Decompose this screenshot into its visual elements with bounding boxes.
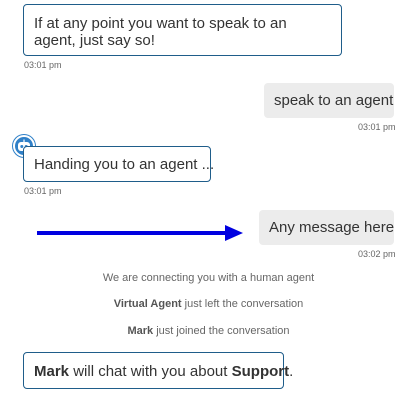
- system-message-text: We are connecting you with a human agent: [102, 272, 315, 284]
- topic-name: Support: [231, 363, 290, 380]
- system-agent-name: Virtual Agent: [113, 298, 182, 310]
- user-message-text: Any message here: [269, 219, 395, 236]
- arrow-right-icon: [37, 225, 243, 241]
- bot-message-bubble: Mark will chat with you about Support.: [23, 352, 293, 389]
- system-message-joined: Mark just joined the conversation: [0, 325, 417, 337]
- message-timestamp: 03:01 pm: [24, 60, 62, 70]
- system-message-left: Virtual Agent just left the conversation: [0, 298, 417, 310]
- user-message-text: speak to an agent: [274, 92, 394, 109]
- bot-message-punctuation: .: [289, 363, 294, 380]
- message-timestamp: 03:01 pm: [358, 122, 396, 132]
- system-message-text: just joined the conversation: [153, 325, 290, 337]
- agent-name: Mark: [34, 363, 70, 380]
- bot-message-text: If at any point you want to speak to an …: [34, 15, 287, 49]
- message-timestamp: 03:02 pm: [358, 249, 396, 259]
- system-message-connecting: We are connecting you with a human agent: [0, 272, 417, 284]
- bot-message-bubble: Handing you to an agent ...: [23, 146, 215, 182]
- bot-message-bubble: If at any point you want to speak to an …: [23, 4, 342, 56]
- user-message-bubble: speak to an agent: [264, 83, 394, 118]
- bot-message-text: will chat with you about: [69, 363, 232, 380]
- system-agent-name: Mark: [127, 325, 154, 337]
- bot-message-text: Handing you to an agent ...: [34, 156, 215, 173]
- user-message-bubble: Any message here: [259, 210, 394, 245]
- message-timestamp: 03:01 pm: [24, 186, 62, 196]
- system-message-text: just left the conversation: [181, 298, 304, 310]
